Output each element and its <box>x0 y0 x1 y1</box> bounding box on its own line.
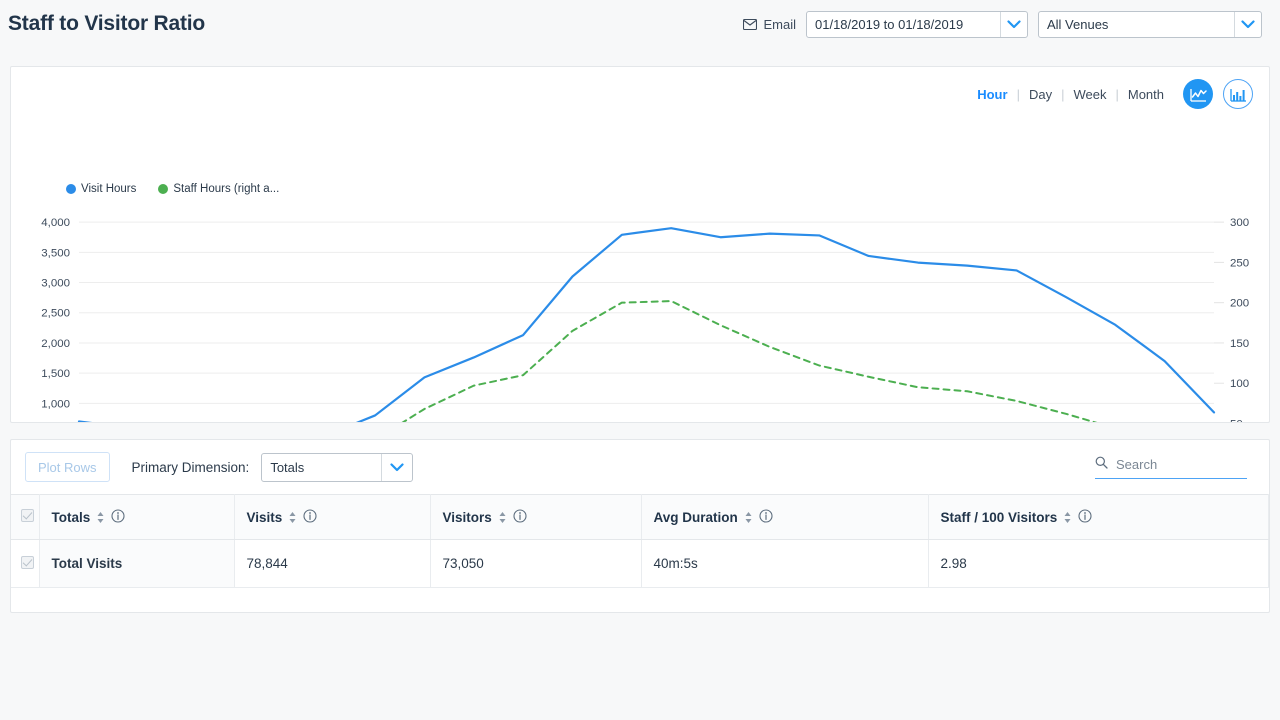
svg-text:4,000: 4,000 <box>41 217 70 229</box>
svg-text:2,000: 2,000 <box>41 338 70 350</box>
date-range-select[interactable]: 01/18/2019 to 01/18/2019 <box>806 11 1028 38</box>
table-row[interactable]: Total Visits 78,844 73,050 40m:5s 2.98 <box>11 540 1269 588</box>
column-header-totals[interactable]: Totals <box>39 495 234 540</box>
row-select-cell[interactable] <box>11 540 39 588</box>
sort-icon[interactable] <box>744 511 753 524</box>
sort-icon[interactable] <box>96 511 105 524</box>
svg-text:3,000: 3,000 <box>41 278 70 290</box>
table-body: Total Visits 78,844 73,050 40m:5s 2.98 <box>11 540 1269 588</box>
primary-dimension-label: Primary Dimension: <box>132 460 250 475</box>
info-icon[interactable] <box>513 509 527 526</box>
svg-text:2,500: 2,500 <box>41 308 70 320</box>
line-chart: 05001,0001,5002,0002,5003,0003,5004,0000… <box>11 67 1269 422</box>
search-input[interactable] <box>1114 456 1247 473</box>
info-icon[interactable] <box>1078 509 1092 526</box>
table-header: Totals Visits <box>11 495 1269 540</box>
date-range-value: 01/18/2019 to 01/18/2019 <box>807 17 1000 32</box>
email-label: Email <box>763 17 796 32</box>
column-label-totals: Totals <box>52 510 91 525</box>
info-icon[interactable] <box>303 509 317 526</box>
totals-table: Totals Visits <box>11 494 1269 588</box>
svg-text:1,500: 1,500 <box>41 368 70 380</box>
cell-visits: 78,844 <box>234 540 430 588</box>
svg-text:150: 150 <box>1230 338 1249 350</box>
envelope-icon <box>743 19 757 30</box>
column-header-visitors[interactable]: Visitors <box>430 495 641 540</box>
select-all-cell[interactable] <box>11 495 39 540</box>
cell-totals: Total Visits <box>39 540 234 588</box>
column-label-avg-duration: Avg Duration <box>654 510 738 525</box>
primary-dimension-value: Totals <box>262 460 381 475</box>
select-all-checkbox[interactable] <box>21 509 34 522</box>
chevron-down-icon <box>381 454 412 481</box>
header-controls: Email 01/18/2019 to 01/18/2019 All Venue… <box>743 11 1262 38</box>
chevron-down-icon <box>1234 12 1261 37</box>
sort-icon[interactable] <box>1063 511 1072 524</box>
cell-visitors: 73,050 <box>430 540 641 588</box>
cell-staff-per-100-visitors: 2.98 <box>928 540 1269 588</box>
svg-text:100: 100 <box>1230 378 1249 390</box>
column-header-staff-per-100-visitors[interactable]: Staff / 100 Visitors <box>928 495 1269 540</box>
cell-avg-duration: 40m:5s <box>641 540 928 588</box>
svg-text:50: 50 <box>1230 418 1243 422</box>
data-table-panel: Plot Rows Primary Dimension: Totals <box>10 439 1270 613</box>
page-header: Staff to Visitor Ratio Email 01/18/2019 … <box>0 0 1280 48</box>
chevron-down-icon <box>1000 12 1027 37</box>
column-header-visits[interactable]: Visits <box>234 495 430 540</box>
row-checkbox[interactable] <box>21 556 34 569</box>
svg-text:3,500: 3,500 <box>41 247 70 259</box>
column-label-staff-per-100-visitors: Staff / 100 Visitors <box>941 510 1058 525</box>
plot-rows-button[interactable]: Plot Rows <box>25 452 110 482</box>
venue-value: All Venues <box>1039 17 1234 32</box>
svg-text:300: 300 <box>1230 217 1249 229</box>
column-label-visits: Visits <box>247 510 283 525</box>
search-icon <box>1095 456 1108 474</box>
info-icon[interactable] <box>111 509 125 526</box>
svg-text:200: 200 <box>1230 298 1249 310</box>
table-controls: Plot Rows Primary Dimension: Totals <box>11 440 1269 494</box>
chart-panel: Hour | Day | Week | Month <box>10 66 1270 423</box>
info-icon[interactable] <box>759 509 773 526</box>
email-button[interactable]: Email <box>743 17 796 32</box>
column-header-avg-duration[interactable]: Avg Duration <box>641 495 928 540</box>
venue-select[interactable]: All Venues <box>1038 11 1262 38</box>
svg-text:250: 250 <box>1230 257 1249 269</box>
column-label-visitors: Visitors <box>443 510 492 525</box>
page-title: Staff to Visitor Ratio <box>8 12 205 36</box>
search-field[interactable] <box>1095 456 1247 479</box>
table-header-row: Totals Visits <box>11 495 1269 540</box>
sort-icon[interactable] <box>498 511 507 524</box>
primary-dimension-select[interactable]: Totals <box>261 453 413 482</box>
sort-icon[interactable] <box>288 511 297 524</box>
svg-text:1,000: 1,000 <box>41 398 70 410</box>
